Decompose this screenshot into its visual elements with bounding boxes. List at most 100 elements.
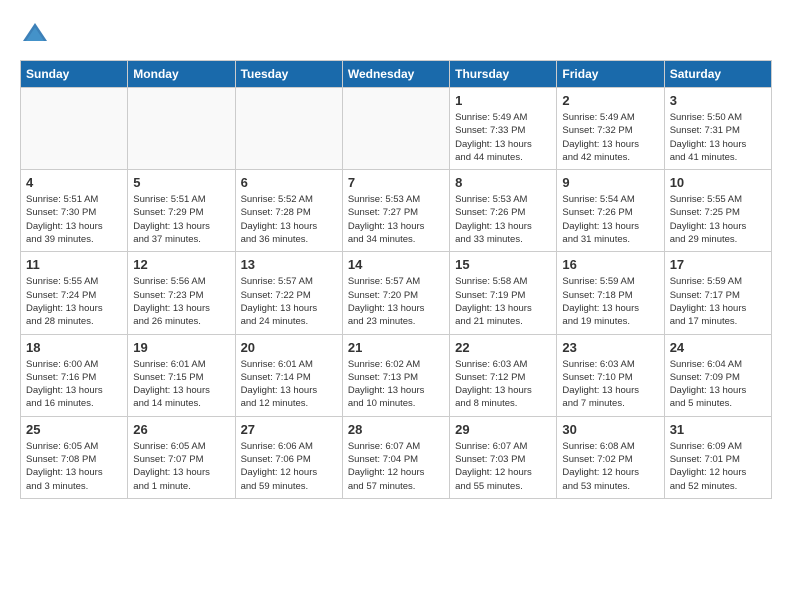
day-info: Sunrise: 5:57 AM Sunset: 7:20 PM Dayligh… — [348, 275, 444, 328]
day-info: Sunrise: 6:07 AM Sunset: 7:04 PM Dayligh… — [348, 440, 444, 493]
day-info: Sunrise: 6:00 AM Sunset: 7:16 PM Dayligh… — [26, 358, 122, 411]
calendar-week-row: 18 Sunrise: 6:00 AM Sunset: 7:16 PM Dayli… — [21, 334, 772, 416]
day-info: Sunrise: 6:05 AM Sunset: 7:08 PM Dayligh… — [26, 440, 122, 493]
calendar-day-cell: 5 Sunrise: 5:51 AM Sunset: 7:29 PM Daylig… — [128, 170, 235, 252]
day-number: 12 — [133, 257, 229, 272]
day-number: 15 — [455, 257, 551, 272]
day-info: Sunrise: 5:55 AM Sunset: 7:25 PM Dayligh… — [670, 193, 766, 246]
calendar-header-row: SundayMondayTuesdayWednesdayThursdayFrid… — [21, 61, 772, 88]
calendar-day-cell: 29 Sunrise: 6:07 AM Sunset: 7:03 PM Dayli… — [450, 416, 557, 498]
calendar-day-cell: 31 Sunrise: 6:09 AM Sunset: 7:01 PM Dayli… — [664, 416, 771, 498]
day-info: Sunrise: 5:56 AM Sunset: 7:23 PM Dayligh… — [133, 275, 229, 328]
day-number: 5 — [133, 175, 229, 190]
day-info: Sunrise: 6:03 AM Sunset: 7:10 PM Dayligh… — [562, 358, 658, 411]
calendar-day-cell: 13 Sunrise: 5:57 AM Sunset: 7:22 PM Dayli… — [235, 252, 342, 334]
calendar-day-cell: 19 Sunrise: 6:01 AM Sunset: 7:15 PM Dayli… — [128, 334, 235, 416]
day-info: Sunrise: 5:49 AM Sunset: 7:32 PM Dayligh… — [562, 111, 658, 164]
day-number: 30 — [562, 422, 658, 437]
day-number: 21 — [348, 340, 444, 355]
calendar-day-cell: 27 Sunrise: 6:06 AM Sunset: 7:06 PM Dayli… — [235, 416, 342, 498]
day-number: 26 — [133, 422, 229, 437]
day-info: Sunrise: 6:07 AM Sunset: 7:03 PM Dayligh… — [455, 440, 551, 493]
day-info: Sunrise: 6:01 AM Sunset: 7:14 PM Dayligh… — [241, 358, 337, 411]
calendar-day-cell: 3 Sunrise: 5:50 AM Sunset: 7:31 PM Daylig… — [664, 88, 771, 170]
day-info: Sunrise: 6:05 AM Sunset: 7:07 PM Dayligh… — [133, 440, 229, 493]
calendar-day-cell: 25Sunrise: 6:05 AM Sunset: 7:08 PM Dayli… — [21, 416, 128, 498]
day-number: 27 — [241, 422, 337, 437]
day-number: 20 — [241, 340, 337, 355]
calendar-day-cell: 10Sunrise: 5:55 AM Sunset: 7:25 PM Dayli… — [664, 170, 771, 252]
day-number: 22 — [455, 340, 551, 355]
day-info: Sunrise: 5:54 AM Sunset: 7:26 PM Dayligh… — [562, 193, 658, 246]
day-number: 31 — [670, 422, 766, 437]
calendar-day-cell: 1 Sunrise: 5:49 AM Sunset: 7:33 PM Daylig… — [450, 88, 557, 170]
day-info: Sunrise: 5:57 AM Sunset: 7:22 PM Dayligh… — [241, 275, 337, 328]
day-info: Sunrise: 5:49 AM Sunset: 7:33 PM Dayligh… — [455, 111, 551, 164]
calendar-day-cell: 17 Sunrise: 5:59 AM Sunset: 7:17 PM Dayli… — [664, 252, 771, 334]
day-of-week-header: Friday — [557, 61, 664, 88]
day-number: 6 — [241, 175, 337, 190]
calendar-day-cell: 30 Sunrise: 6:08 AM Sunset: 7:02 PM Dayli… — [557, 416, 664, 498]
day-info: Sunrise: 5:52 AM Sunset: 7:28 PM Dayligh… — [241, 193, 337, 246]
calendar-week-row: 11 Sunrise: 5:55 AM Sunset: 7:24 PM Dayli… — [21, 252, 772, 334]
calendar-day-cell: 4 Sunrise: 5:51 AM Sunset: 7:30 PM Daylig… — [21, 170, 128, 252]
day-number: 16 — [562, 257, 658, 272]
calendar-week-row: 1 Sunrise: 5:49 AM Sunset: 7:33 PM Daylig… — [21, 88, 772, 170]
day-number: 18 — [26, 340, 122, 355]
day-info: Sunrise: 5:50 AM Sunset: 7:31 PM Dayligh… — [670, 111, 766, 164]
day-info: Sunrise: 5:51 AM Sunset: 7:29 PM Dayligh… — [133, 193, 229, 246]
calendar-day-cell: 24Sunrise: 6:04 AM Sunset: 7:09 PM Dayli… — [664, 334, 771, 416]
day-info: Sunrise: 5:51 AM Sunset: 7:30 PM Dayligh… — [26, 193, 122, 246]
day-number: 23 — [562, 340, 658, 355]
calendar-day-cell: 12 Sunrise: 5:56 AM Sunset: 7:23 PM Dayli… — [128, 252, 235, 334]
calendar-day-cell: 18 Sunrise: 6:00 AM Sunset: 7:16 PM Dayli… — [21, 334, 128, 416]
day-number: 4 — [26, 175, 122, 190]
day-number: 9 — [562, 175, 658, 190]
day-number: 2 — [562, 93, 658, 108]
logo-icon — [20, 20, 50, 50]
day-number: 17 — [670, 257, 766, 272]
calendar-day-cell: 8 Sunrise: 5:53 AM Sunset: 7:26 PM Daylig… — [450, 170, 557, 252]
day-info: Sunrise: 6:06 AM Sunset: 7:06 PM Dayligh… — [241, 440, 337, 493]
day-info: Sunrise: 6:01 AM Sunset: 7:15 PM Dayligh… — [133, 358, 229, 411]
day-of-week-header: Thursday — [450, 61, 557, 88]
calendar-day-cell — [342, 88, 449, 170]
calendar-day-cell: 15 Sunrise: 5:58 AM Sunset: 7:19 PM Dayli… — [450, 252, 557, 334]
calendar-day-cell: 7 Sunrise: 5:53 AM Sunset: 7:27 PM Daylig… — [342, 170, 449, 252]
day-number: 1 — [455, 93, 551, 108]
day-info: Sunrise: 6:08 AM Sunset: 7:02 PM Dayligh… — [562, 440, 658, 493]
day-number: 11 — [26, 257, 122, 272]
calendar-day-cell: 21 Sunrise: 6:02 AM Sunset: 7:13 PM Dayli… — [342, 334, 449, 416]
day-of-week-header: Saturday — [664, 61, 771, 88]
calendar-day-cell: 20 Sunrise: 6:01 AM Sunset: 7:14 PM Dayli… — [235, 334, 342, 416]
calendar-week-row: 4 Sunrise: 5:51 AM Sunset: 7:30 PM Daylig… — [21, 170, 772, 252]
day-number: 3 — [670, 93, 766, 108]
day-number: 8 — [455, 175, 551, 190]
calendar-day-cell: 26 Sunrise: 6:05 AM Sunset: 7:07 PM Dayli… — [128, 416, 235, 498]
calendar-day-cell: 23 Sunrise: 6:03 AM Sunset: 7:10 PM Dayli… — [557, 334, 664, 416]
day-info: Sunrise: 5:58 AM Sunset: 7:19 PM Dayligh… — [455, 275, 551, 328]
day-of-week-header: Sunday — [21, 61, 128, 88]
day-info: Sunrise: 6:02 AM Sunset: 7:13 PM Dayligh… — [348, 358, 444, 411]
day-info: Sunrise: 5:53 AM Sunset: 7:27 PM Dayligh… — [348, 193, 444, 246]
day-info: Sunrise: 5:55 AM Sunset: 7:24 PM Dayligh… — [26, 275, 122, 328]
calendar-day-cell: 9 Sunrise: 5:54 AM Sunset: 7:26 PM Daylig… — [557, 170, 664, 252]
day-number: 7 — [348, 175, 444, 190]
calendar-week-row: 25Sunrise: 6:05 AM Sunset: 7:08 PM Dayli… — [21, 416, 772, 498]
day-info: Sunrise: 5:53 AM Sunset: 7:26 PM Dayligh… — [455, 193, 551, 246]
calendar-day-cell — [21, 88, 128, 170]
day-number: 14 — [348, 257, 444, 272]
day-info: Sunrise: 6:04 AM Sunset: 7:09 PM Dayligh… — [670, 358, 766, 411]
calendar-day-cell: 2 Sunrise: 5:49 AM Sunset: 7:32 PM Daylig… — [557, 88, 664, 170]
day-number: 13 — [241, 257, 337, 272]
day-number: 19 — [133, 340, 229, 355]
page-header — [20, 20, 772, 50]
day-info: Sunrise: 6:09 AM Sunset: 7:01 PM Dayligh… — [670, 440, 766, 493]
day-info: Sunrise: 5:59 AM Sunset: 7:17 PM Dayligh… — [670, 275, 766, 328]
day-of-week-header: Tuesday — [235, 61, 342, 88]
day-number: 29 — [455, 422, 551, 437]
calendar-day-cell — [128, 88, 235, 170]
calendar-day-cell: 16 Sunrise: 5:59 AM Sunset: 7:18 PM Dayli… — [557, 252, 664, 334]
day-info: Sunrise: 5:59 AM Sunset: 7:18 PM Dayligh… — [562, 275, 658, 328]
calendar-day-cell: 14 Sunrise: 5:57 AM Sunset: 7:20 PM Dayli… — [342, 252, 449, 334]
